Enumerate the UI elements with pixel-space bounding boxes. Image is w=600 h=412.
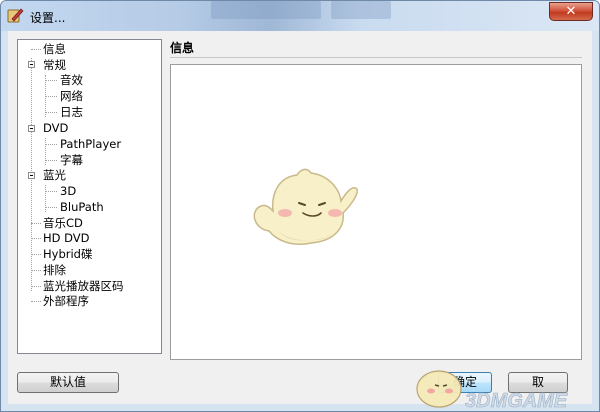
tree-item-audio[interactable]: 音效: [60, 72, 83, 88]
info-panel: [170, 64, 582, 360]
tree-line: [45, 96, 57, 97]
tree-item-exclude[interactable]: 排除: [43, 262, 66, 278]
title-bar-blur: [211, 1, 321, 19]
dialog-body: 信息 常规 音效 网络 日志 DVD PathPlayer 字幕 蓝光 3D B…: [8, 31, 592, 404]
tree-item-external-programs[interactable]: 外部程序: [43, 293, 89, 309]
tree-item-dvd[interactable]: DVD: [43, 120, 68, 136]
collapse-icon[interactable]: [28, 125, 35, 132]
tree-line: [31, 286, 41, 287]
tree-item-audio-cd[interactable]: 音乐CD: [43, 215, 83, 231]
tree-line: [45, 144, 57, 145]
title-bar[interactable]: 设置... ✕: [1, 1, 599, 31]
tree-line: [45, 112, 57, 113]
app-icon: [7, 8, 24, 23]
tree-item-bluray[interactable]: 蓝光: [43, 167, 66, 183]
mascot-image: [253, 168, 358, 245]
default-button[interactable]: 默认值: [17, 372, 119, 393]
collapse-icon[interactable]: [28, 172, 35, 179]
watermark-logo: 3DMGAME: [416, 370, 568, 412]
tree-line: [31, 223, 41, 224]
settings-tree[interactable]: 信息 常规 音效 网络 日志 DVD PathPlayer 字幕 蓝光 3D B…: [17, 39, 162, 354]
tree-item-network[interactable]: 网络: [60, 88, 83, 104]
tree-item-region-code[interactable]: 蓝光播放器区码: [43, 278, 124, 294]
tree-line: [31, 270, 41, 271]
title-bar-blur-2: [331, 1, 391, 19]
settings-window: 设置... ✕ 信息 常规 音效 网络 日志 DVD PathPlayer 字幕…: [0, 0, 600, 412]
tree-line: [45, 191, 57, 192]
tree-line: [45, 160, 57, 161]
tree-line: [31, 238, 41, 239]
tree-line: [31, 49, 41, 50]
watermark-text: 3DMGAME: [465, 390, 568, 412]
close-button[interactable]: ✕: [549, 2, 593, 21]
tree-line: [45, 80, 57, 81]
tree-item-hd-dvd[interactable]: HD DVD: [43, 230, 90, 246]
panel-divider: [170, 57, 582, 58]
tree-line: [31, 254, 41, 255]
tree-item-3d[interactable]: 3D: [60, 183, 76, 199]
tree-item-log[interactable]: 日志: [60, 104, 83, 120]
tree-item-general[interactable]: 常规: [43, 57, 66, 73]
tree-item-pathplayer[interactable]: PathPlayer: [60, 136, 121, 152]
tree-line: [45, 207, 57, 208]
tree-line: [31, 301, 41, 302]
tree-item-blupath[interactable]: BluPath: [60, 199, 104, 215]
panel-title: 信息: [170, 41, 195, 55]
tree-item-subtitles[interactable]: 字幕: [60, 152, 83, 168]
collapse-icon[interactable]: [28, 61, 35, 68]
tree-item-info[interactable]: 信息: [43, 41, 66, 57]
close-icon: ✕: [565, 4, 577, 19]
tree-item-hybrid[interactable]: Hybrid碟: [43, 246, 92, 262]
window-title: 设置...: [30, 11, 66, 25]
